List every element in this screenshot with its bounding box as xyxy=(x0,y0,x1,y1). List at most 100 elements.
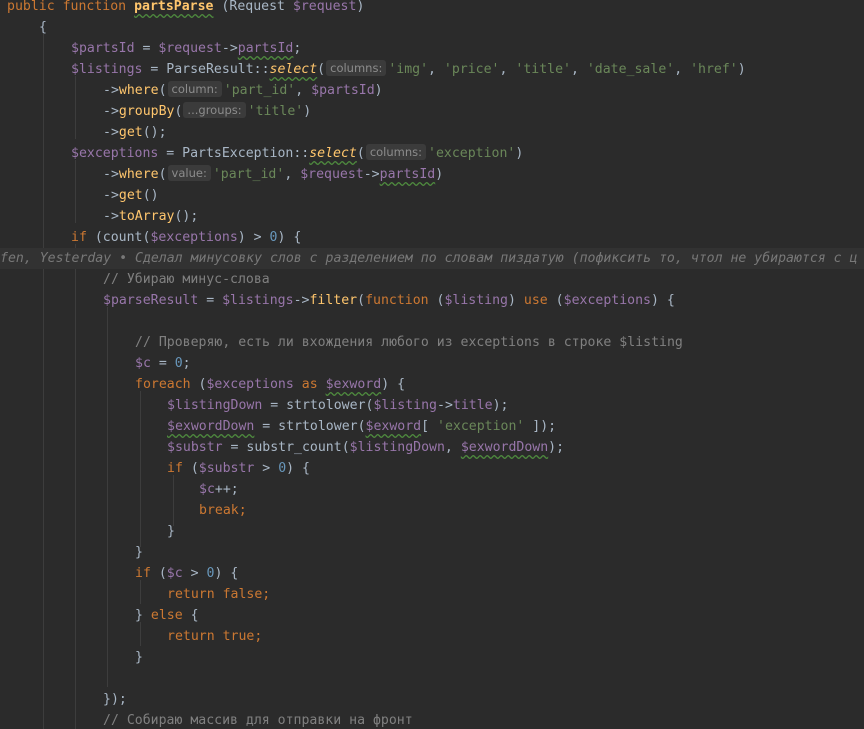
indent-guide xyxy=(43,34,44,729)
code-line-9: ->where(value:'part_id', $request->parts… xyxy=(103,165,444,182)
number-literal: 0 xyxy=(278,461,287,476)
blame-author: fen, Yesterday xyxy=(0,251,112,266)
param-request[interactable]: $request xyxy=(293,0,357,14)
code-line-4: $listings = ParseResult::select(columns:… xyxy=(71,60,746,77)
prop-partsId[interactable]: partsId xyxy=(380,167,436,182)
code-line-18: foreach ($exceptions as $exword) { xyxy=(135,377,406,392)
method-where[interactable]: where xyxy=(119,83,159,98)
code-line-33: }); xyxy=(103,692,127,707)
func-substr-count[interactable]: substr_count xyxy=(246,440,341,455)
comment: // Собираю массив для отправки на фронт xyxy=(103,713,413,728)
var-exceptions[interactable]: $exceptions xyxy=(71,146,158,161)
var-parseResult[interactable]: $parseResult xyxy=(103,293,198,308)
keyword-return: return xyxy=(167,587,215,602)
keyword-use: use xyxy=(523,293,548,308)
var-exceptions[interactable]: $exceptions xyxy=(206,377,293,392)
code-line-6: ->groupBy(...groups:'title') xyxy=(103,102,312,119)
method-groupBy[interactable]: groupBy xyxy=(119,104,175,119)
var-request[interactable]: $request xyxy=(300,167,364,182)
method-where[interactable]: where xyxy=(119,167,159,182)
func-strtolower[interactable]: strtolower xyxy=(278,419,357,434)
var-listings[interactable]: $listings xyxy=(71,62,142,77)
class-parts-exception[interactable]: PartsException xyxy=(182,146,293,161)
code-line-29: } else { xyxy=(135,608,199,623)
code-editor[interactable]: public function partsParse (Request $req… xyxy=(0,0,864,729)
var-listings[interactable]: $listings xyxy=(222,293,293,308)
keyword-true: true xyxy=(222,629,255,644)
code-line-25: } xyxy=(167,521,864,542)
brace: } xyxy=(135,545,143,560)
brace: } xyxy=(167,524,175,539)
var-c[interactable]: $c xyxy=(167,566,183,581)
code-line-2: { xyxy=(39,17,864,38)
git-blame-annotation[interactable]: fen, Yesterday • Сделал минусовку слов с… xyxy=(0,248,864,269)
comment: // Убираю минус-слова xyxy=(103,272,270,287)
var-partsId[interactable]: $partsId xyxy=(311,83,375,98)
var-substr[interactable]: $substr xyxy=(167,440,223,455)
method-select[interactable]: select xyxy=(309,146,357,161)
param-listing[interactable]: $listing xyxy=(444,293,508,308)
string-literal: 'title' xyxy=(515,62,571,77)
var-listingDown[interactable]: $listingDown xyxy=(167,398,262,413)
var-substr[interactable]: $substr xyxy=(199,461,255,476)
code-line-28: return false; xyxy=(167,587,271,602)
keyword-function: function xyxy=(365,293,429,308)
var-listingDown[interactable]: $listingDown xyxy=(350,440,445,455)
var-exwordDown[interactable]: $exwordDown xyxy=(167,419,254,434)
var-exceptions[interactable]: $exceptions xyxy=(564,293,651,308)
var-request[interactable]: $request xyxy=(158,41,222,56)
code-line-30: return true; xyxy=(167,629,263,644)
indent-guide xyxy=(140,391,141,547)
keyword-break: break xyxy=(199,503,239,518)
keyword-if: if xyxy=(71,230,87,245)
number-literal: 0 xyxy=(269,230,278,245)
code-line-7: ->get(); xyxy=(103,125,167,140)
type-request[interactable]: Request xyxy=(229,0,285,14)
code-line-16: // Проверяю, есть ли вхождения любого из… xyxy=(135,332,864,353)
string-literal: 'price' xyxy=(443,62,500,77)
indent-guide xyxy=(107,307,108,687)
method-get[interactable]: get xyxy=(119,125,143,140)
number-literal: 0 xyxy=(174,356,183,371)
code-line-13: // Убираю минус-слова xyxy=(103,269,864,290)
number-literal: 0 xyxy=(206,566,215,581)
keyword-return: return xyxy=(167,629,215,644)
string-literal: 'href' xyxy=(690,62,738,77)
var-c[interactable]: $c xyxy=(135,356,151,371)
func-count[interactable]: count xyxy=(103,230,143,245)
code-line-24: break; xyxy=(199,503,247,518)
var-exceptions[interactable]: $exceptions xyxy=(150,230,237,245)
method-get[interactable]: get xyxy=(119,188,143,203)
code-line-27: if ($c > 0) { xyxy=(135,566,239,581)
prop-partsId[interactable]: partsId xyxy=(238,41,294,56)
indent-guide xyxy=(75,244,76,729)
var-exword[interactable]: $exword xyxy=(366,419,422,434)
var-exword[interactable]: $exword xyxy=(326,377,382,392)
code-line-12: if (count($exceptions) > 0) { xyxy=(71,230,302,245)
method-name[interactable]: partsParse xyxy=(134,0,213,14)
comment: // Проверяю, есть ли вхождения любого из… xyxy=(135,335,683,350)
func-strtolower[interactable]: strtolower xyxy=(286,398,365,413)
blame-separator: • xyxy=(111,251,135,266)
code-line-19: $listingDown = strtolower($listing->titl… xyxy=(167,398,509,413)
keyword-if: if xyxy=(135,566,151,581)
code-line-8: $exceptions = PartsException::select(col… xyxy=(71,144,524,161)
param-hint-groups: ...groups: xyxy=(183,102,246,118)
method-toArray[interactable]: toArray xyxy=(119,209,175,224)
keyword-public: public xyxy=(7,0,55,14)
code-line-1: public function partsParse (Request $req… xyxy=(7,0,365,14)
var-exwordDown[interactable]: $exwordDown xyxy=(461,440,548,455)
string-literal: 'part_id' xyxy=(223,83,296,98)
code-line-21: $substr = substr_count($listingDown, $ex… xyxy=(167,440,565,455)
var-listing[interactable]: $listing xyxy=(373,398,437,413)
method-filter[interactable]: filter xyxy=(309,293,357,308)
var-c[interactable]: $c xyxy=(199,482,215,497)
class-parse-result[interactable]: ParseResult xyxy=(166,62,253,77)
var-partsId[interactable]: $partsId xyxy=(71,41,135,56)
method-select[interactable]: select xyxy=(270,62,318,77)
prop-title[interactable]: title xyxy=(453,398,493,413)
param-hint-columns: columns: xyxy=(365,144,427,160)
code-line-3: $partsId = $request->partsId; xyxy=(71,41,302,56)
keyword-function: function xyxy=(62,0,127,14)
string-literal: 'img' xyxy=(388,62,429,77)
